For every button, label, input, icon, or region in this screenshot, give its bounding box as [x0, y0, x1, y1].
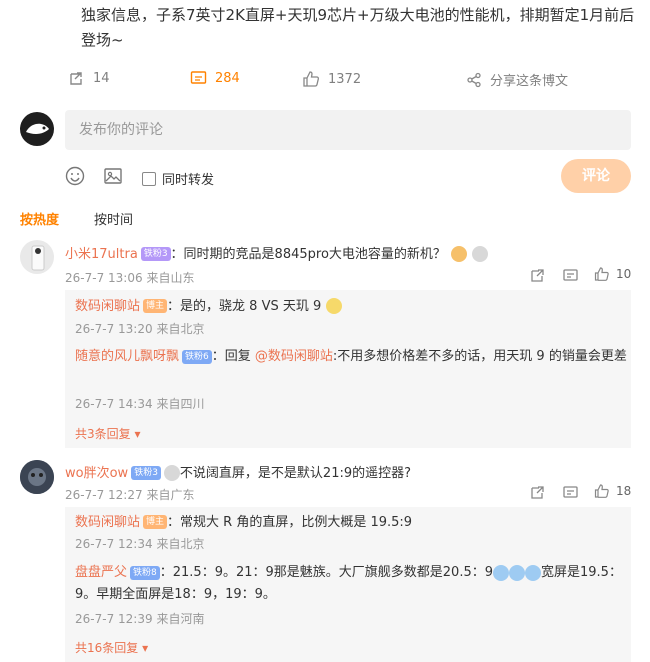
reply-username[interactable]: 盘盘严父 — [75, 565, 127, 580]
crying-emoji-icon — [493, 564, 509, 581]
mention-link[interactable]: @数码闲聊站 — [255, 349, 333, 364]
reply-text: ：是的，骁龙 8 VS 天玑 9 — [167, 299, 322, 314]
reply-meta: 26-7-7 12:34 来自北京 — [75, 535, 204, 552]
comment-text: 不说阔直屏，是不是默认21:9的遥控器? — [179, 466, 412, 481]
repost-button[interactable]: 14 — [68, 70, 110, 87]
author-badge: 博主 — [143, 298, 168, 313]
image-icon[interactable] — [103, 166, 123, 190]
reply-text: ：21.5：9。21：9那是魅族。大厂旗舰多数都是20.5：9 — [159, 565, 493, 580]
comment-like-count: 10 — [616, 267, 632, 281]
author-badge: 博主 — [143, 514, 168, 529]
comment-time: 26-7-7 13:06 — [65, 271, 143, 285]
reply-username[interactable]: 随意的风儿飘呀飘 — [75, 349, 179, 364]
thumb-up-icon — [594, 267, 609, 281]
repost-comment-icon[interactable] — [530, 485, 545, 504]
repost-checkbox[interactable] — [142, 171, 156, 186]
reply-meta: 26-7-7 12:39 来自河南 — [75, 610, 204, 627]
comment-location: 来自山东 — [146, 271, 195, 285]
comment-avatar[interactable] — [20, 460, 54, 494]
repost-comment-icon[interactable] — [530, 268, 545, 287]
reply-location: 来自北京 — [156, 537, 205, 551]
reply-time: 26-7-7 12:39 — [75, 612, 153, 626]
crying-emoji-icon — [525, 564, 541, 581]
submit-comment-button[interactable]: 评论 — [561, 159, 631, 193]
tab-sort-time[interactable]: 按时间 — [94, 209, 133, 228]
comment-like-button[interactable]: 18 — [594, 483, 631, 499]
reply-text: ：常规大 R 角的直屏，比例大概是 19.5:9 — [167, 515, 413, 530]
more-replies-link[interactable]: 共3条回复 ▾ — [75, 425, 140, 442]
reply-location: 来自河南 — [156, 612, 205, 626]
reply-username[interactable]: 数码闲聊站 — [75, 299, 140, 314]
thumb-up-icon — [594, 484, 609, 498]
repost-count: 14 — [93, 71, 110, 86]
tab-sort-hot[interactable]: 按热度 — [20, 209, 59, 228]
like-count: 1372 — [328, 71, 362, 87]
comment-text: ：同时期的竞品是8845pro大电池容量的新机？ — [170, 247, 446, 262]
emoji-icon[interactable] — [65, 166, 85, 190]
caret-down-icon: ▾ — [130, 427, 141, 441]
reply-username[interactable]: 数码闲聊站 — [75, 515, 140, 530]
thumb-up-icon — [303, 71, 319, 87]
reply-item: 盘盘严父 铁粉8 ：21.5：9。21：9那是魅族。大厂旗舰多数都是20.5：9 宽屏… — [75, 562, 630, 606]
crying-emoji-icon — [509, 564, 525, 581]
reply-meta: 26-7-7 14:34 来自四川 — [75, 395, 204, 412]
comment-meta: 26-7-7 13:06 来自山东 — [65, 269, 194, 286]
more-replies-link[interactable]: 共16条回复 ▾ — [75, 639, 148, 656]
repost-icon — [70, 72, 82, 85]
share-button[interactable]: 分享这条博文 — [466, 70, 568, 89]
reply-time: 26-7-7 12:34 — [75, 537, 153, 551]
repost-toggle[interactable]: 同时转发 — [142, 169, 214, 188]
reply-icon[interactable] — [563, 485, 578, 504]
reply-time: 26-7-7 13:20 — [75, 322, 153, 336]
reply-icon[interactable] — [563, 268, 578, 287]
comment-username[interactable]: 小米17ultra — [65, 247, 138, 262]
cat-emoji-icon — [326, 297, 343, 314]
comment-count: 284 — [215, 71, 240, 86]
caret-down-icon: ▾ — [138, 641, 149, 655]
comment-avatar[interactable] — [20, 240, 54, 274]
reply-meta: 26-7-7 13:20 来自北京 — [75, 320, 204, 337]
comment-time: 26-7-7 12:27 — [65, 488, 143, 502]
fan-badge: 铁粉3 — [131, 465, 161, 480]
comment-header: 小米17ultra 铁粉3 ：同时期的竞品是8845pro大电池容量的新机？ — [65, 243, 489, 266]
comment-like-count: 18 — [616, 484, 632, 498]
comment-input[interactable]: 发布你的评论 — [65, 110, 631, 150]
like-button[interactable]: 1372 — [302, 70, 361, 88]
husky-emoji-icon — [163, 464, 180, 481]
dog-emoji-icon — [451, 245, 467, 262]
comment-location: 来自广东 — [146, 488, 195, 502]
reply-location: 来自北京 — [156, 322, 205, 336]
husky-emoji-icon — [472, 245, 489, 262]
reply-item: 数码闲聊站 博主 ：是的，骁龙 8 VS 天玑 9 — [75, 295, 343, 318]
more-replies-label: 共16条回复 — [75, 641, 139, 655]
share-label: 分享这条博文 — [490, 74, 569, 89]
comment-username[interactable]: wo胖次ow — [65, 466, 128, 481]
fan-badge: 铁粉6 — [182, 349, 212, 364]
comment-like-button[interactable]: 10 — [594, 266, 631, 282]
share-icon — [467, 72, 481, 87]
fan-badge: 铁粉3 — [140, 246, 171, 261]
more-replies-label: 共3条回复 — [75, 427, 131, 441]
comment-header: wo胖次ow 铁粉3 不说阔直屏，是不是默认21:9的遥控器? — [65, 462, 411, 485]
reply-time: 26-7-7 14:34 — [75, 397, 153, 411]
reply-text: :不用多想价格差不多的话，用天玑 9 的销量会更差 — [332, 349, 627, 364]
comment-icon — [190, 71, 207, 84]
reply-prefix: ：回复 — [211, 349, 255, 364]
reply-location: 来自四川 — [156, 397, 205, 411]
repost-toggle-label: 同时转发 — [162, 173, 215, 188]
comment-button[interactable]: 284 — [190, 70, 240, 87]
reply-item: 数码闲聊站 博主 ：常规大 R 角的直屏，比例大概是 19.5:9 — [75, 511, 412, 534]
reply-item: 随意的风儿飘呀飘 铁粉6 ：回复 @数码闲聊站:不用多想价格差不多的话，用天玑 9 … — [75, 346, 630, 368]
fan-badge: 铁粉8 — [130, 565, 160, 580]
current-user-avatar — [20, 112, 54, 146]
comment-meta: 26-7-7 12:27 来自广东 — [65, 486, 194, 503]
post-text: 独家信息，子系7英寸2K直屏+天玑9芯片+万级大电池的性能机，排期暂定1月前后登… — [81, 6, 635, 49]
